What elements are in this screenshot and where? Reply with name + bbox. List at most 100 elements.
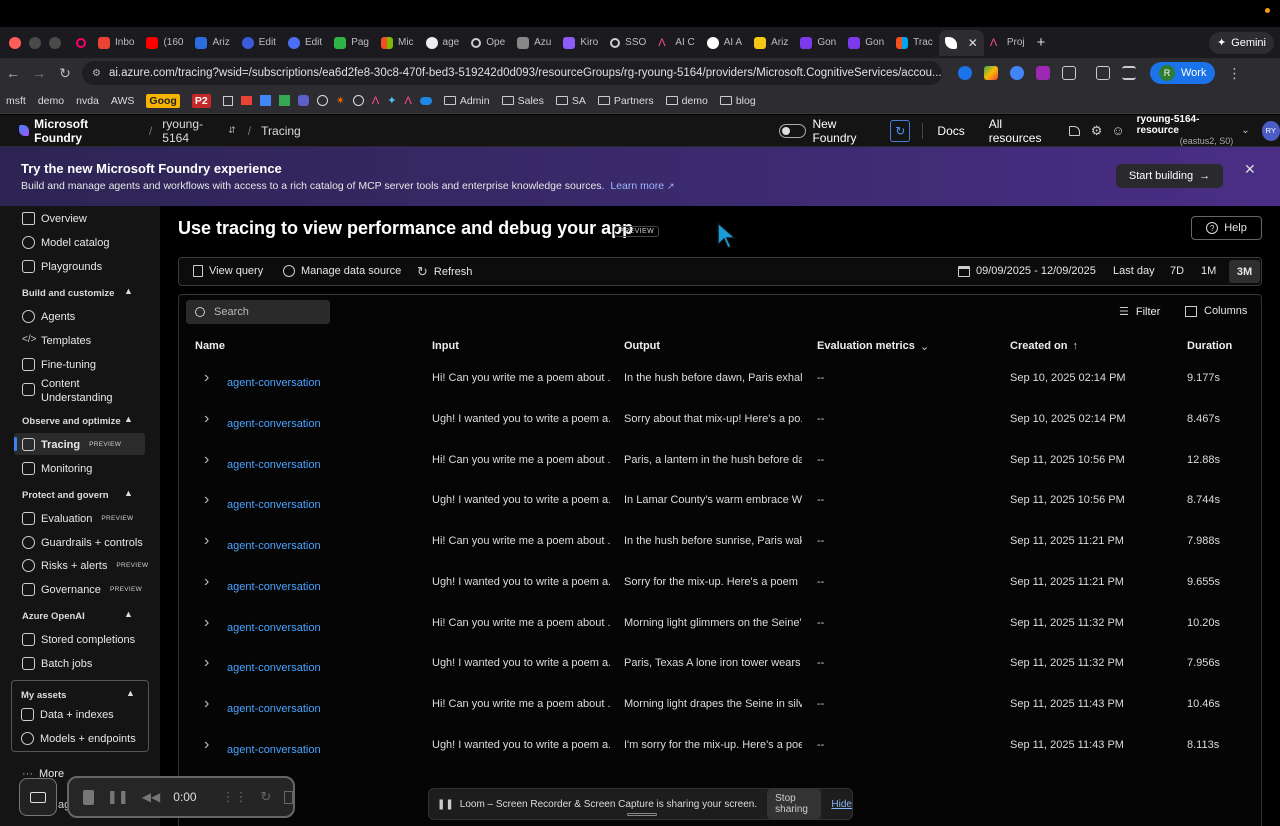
browser-tab[interactable]: Ariz (748, 30, 794, 56)
table-row[interactable]: › agent-conversation Hi! Can you write me … (180, 614, 1260, 655)
trash-icon[interactable] (284, 790, 293, 804)
arize-bookmark-icon[interactable]: Λ (404, 95, 411, 107)
column-header-created-on[interactable]: Created on ↑ (1010, 340, 1078, 352)
close-banner-icon[interactable]: ✕ (1244, 161, 1256, 178)
range-7d[interactable]: 7D (1170, 265, 1184, 277)
sidebar-item-guardrails[interactable]: Guardrails + controls (22, 536, 143, 549)
user-avatar[interactable]: RY (1261, 120, 1280, 141)
expand-chevron-icon[interactable]: › (204, 736, 209, 754)
close-window-button[interactable] (9, 36, 21, 49)
teams-bookmark-icon[interactable] (297, 95, 309, 106)
site-settings-icon[interactable]: ⚙ (92, 68, 101, 79)
browser-tab[interactable]: Kiro (557, 30, 604, 56)
browser-tab[interactable]: age (420, 30, 466, 56)
expand-chevron-icon[interactable]: › (204, 573, 209, 591)
stop-recording-icon[interactable] (83, 789, 94, 805)
browser-tab[interactable]: Λ AI C (652, 30, 700, 56)
sheets-bookmark-icon[interactable] (278, 95, 290, 106)
extension-4-icon[interactable] (1036, 66, 1050, 80)
chevron-up-icon[interactable]: ▲ (126, 688, 135, 698)
chevron-up-icon[interactable]: ▲ (124, 609, 133, 619)
loom-camera-button[interactable] (19, 778, 57, 816)
docs-bookmark-icon[interactable] (259, 95, 271, 106)
extension-3-icon[interactable] (1010, 66, 1024, 80)
bookmark-item[interactable]: nvda (76, 95, 99, 107)
trace-name-link[interactable]: agent-conversation (227, 499, 321, 511)
sidebar-item-model-catalog[interactable]: Model catalog (22, 236, 110, 249)
browser-tab[interactable]: Mic (375, 30, 420, 56)
sidebar-item-content-understanding[interactable]: Content Understanding (22, 377, 113, 405)
expand-chevron-icon[interactable]: › (204, 410, 209, 428)
browser-menu-icon[interactable]: ⋮ (1221, 65, 1247, 82)
table-row[interactable]: › agent-conversation Ugh! I wanted you to … (180, 491, 1260, 532)
minimize-window-button[interactable] (29, 36, 41, 49)
breadcrumb-project[interactable]: ryoung-5164 (162, 117, 224, 145)
sidebar-item-playgrounds[interactable]: Playgrounds (22, 260, 102, 273)
arize-bookmark-icon[interactable]: Λ (372, 95, 379, 107)
burst-bookmark-icon[interactable]: ✴ (336, 94, 345, 107)
close-tab-icon[interactable]: ✕ (968, 36, 978, 50)
browser-tab[interactable]: Ope (465, 30, 511, 56)
browser-tab[interactable]: Λ Proj (984, 30, 1031, 56)
section-my-assets[interactable]: My assets (21, 690, 66, 701)
project-switcher-icon[interactable]: ⇵ (228, 125, 236, 136)
sidebar-item-fine-tuning[interactable]: Fine-tuning (22, 358, 96, 371)
copilot-icon[interactable]: ↻ (890, 119, 911, 142)
settings-gear-icon[interactable]: ⚙ (1091, 123, 1103, 139)
sidebar-item-data-indexes[interactable]: Data + indexes (21, 708, 114, 721)
bookmark-item[interactable]: P2 (191, 93, 211, 108)
maximize-window-button[interactable] (49, 36, 61, 49)
trace-name-link[interactable]: agent-conversation (227, 418, 321, 430)
extension-1-icon[interactable] (958, 66, 972, 80)
gmail-bookmark-icon[interactable] (240, 96, 252, 105)
search-input[interactable]: Search (186, 300, 330, 324)
column-header-input[interactable]: Input (432, 340, 459, 352)
bookmark-folder[interactable]: SA (555, 95, 586, 107)
manage-data-source-button[interactable]: Manage data source (283, 265, 401, 277)
expand-chevron-icon[interactable]: › (204, 491, 209, 509)
section-protect-and-govern[interactable]: Protect and govern (22, 490, 109, 501)
smiley-feedback-icon[interactable]: ☺ (1111, 123, 1124, 138)
gemini-button[interactable]: ✦ Gemini (1208, 31, 1274, 54)
resource-switcher[interactable]: ryoung-5164-resource (eastus2, S0) (1137, 114, 1234, 147)
drag-grip-icon[interactable] (627, 813, 657, 816)
trace-name-link[interactable]: agent-conversation (227, 703, 321, 715)
bookmark-folder[interactable]: Admin (443, 95, 490, 107)
sidebar-item-agents[interactable]: Agents (22, 310, 75, 323)
bookmark-folder[interactable]: blog (719, 95, 756, 107)
sort-ascending-icon[interactable]: ↑ (1072, 340, 1078, 352)
drag-handle-icon[interactable]: ⋮⋮ (222, 789, 248, 805)
sidebar-item-batch-jobs[interactable]: Batch jobs (22, 657, 92, 670)
view-query-button[interactable]: View query (193, 265, 263, 277)
table-row[interactable]: › agent-conversation Hi! Can you write me … (180, 695, 1260, 736)
expand-chevron-icon[interactable]: › (204, 654, 209, 672)
bookmark-folder[interactable]: Partners (597, 95, 654, 107)
table-row[interactable]: › agent-conversation Ugh! I wanted you to … (180, 654, 1260, 695)
browser-tab[interactable]: Inbo (92, 30, 140, 56)
restart-icon[interactable]: ↻ (261, 789, 272, 805)
sidebar-item-risks-alerts[interactable]: Risks + alerts PREVIEW (22, 559, 148, 572)
table-row[interactable]: › agent-conversation Ugh! I wanted you to … (180, 736, 1260, 777)
trace-name-link[interactable]: agent-conversation (227, 662, 321, 674)
trace-name-link[interactable]: agent-conversation (227, 744, 321, 756)
back-arrow-icon[interactable]: ← (0, 65, 26, 81)
sidebar-item-tracing[interactable]: Tracing PREVIEW (22, 438, 121, 451)
trace-name-link[interactable]: agent-conversation (227, 459, 321, 471)
expand-chevron-icon[interactable]: › (204, 614, 209, 632)
range-1m[interactable]: 1M (1201, 265, 1216, 277)
feedback-megaphone-icon[interactable] (1068, 125, 1080, 136)
browser-tab[interactable]: SSO (604, 30, 652, 56)
section-build-and-customize[interactable]: Build and customize (22, 288, 114, 299)
help-button[interactable]: ? Help (1191, 216, 1262, 240)
docs-link[interactable]: Docs (937, 124, 964, 138)
bookmark-folder[interactable]: Sales (501, 95, 544, 107)
stop-sharing-button[interactable]: Stop sharing (767, 789, 822, 819)
range-last-day[interactable]: Last day (1113, 265, 1155, 277)
table-row[interactable]: › agent-conversation Hi! Can you write me … (180, 532, 1260, 573)
browser-tab[interactable]: AI A (701, 30, 748, 56)
pause-icon[interactable]: ❚❚ (107, 789, 129, 805)
filter-button[interactable]: ☰ Filter (1119, 305, 1160, 319)
table-row[interactable]: › agent-conversation Hi! Can you write me … (180, 369, 1260, 410)
browser-tab[interactable]: Gon (794, 30, 842, 56)
brand-name[interactable]: Microsoft Foundry (34, 117, 131, 145)
